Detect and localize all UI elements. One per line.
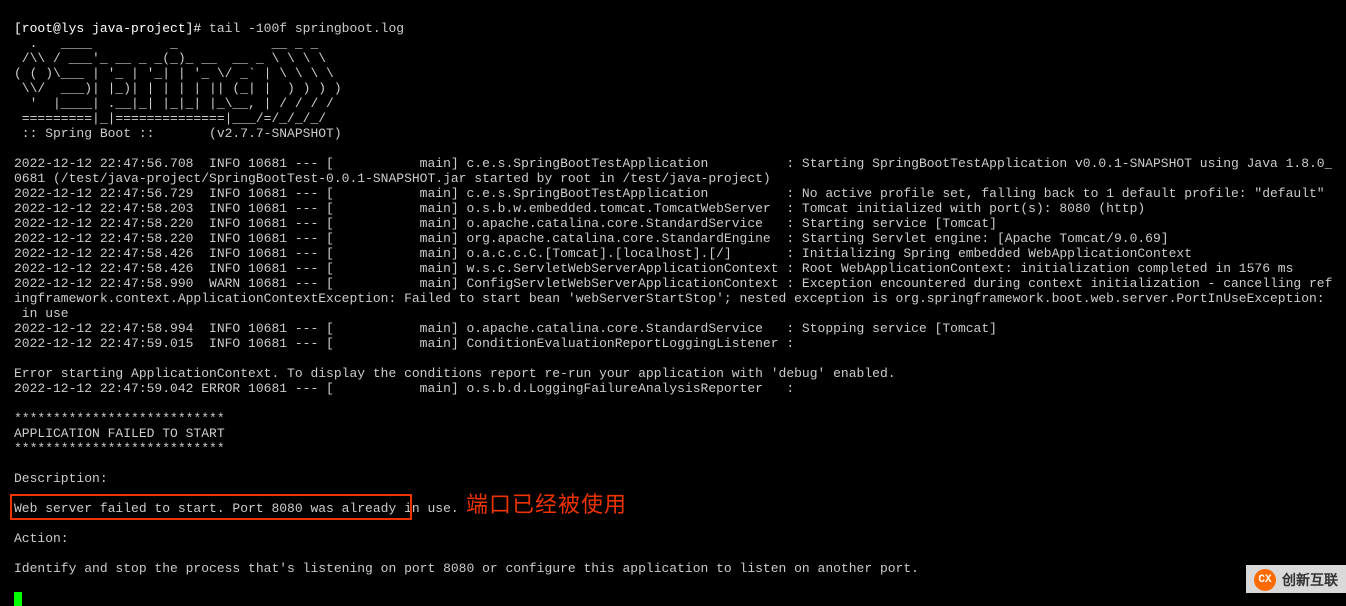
log-line-10: in use (14, 306, 69, 321)
shell-command: tail -100f springboot.log (209, 21, 404, 36)
log-line-14: Error starting ApplicationContext. To di… (14, 366, 896, 381)
log-line-12: 2022-12-12 22:47:59.015 INFO 10681 --- [… (14, 336, 794, 351)
log-line-17: *************************** (14, 411, 225, 426)
log-line-8: 2022-12-12 22:47:58.990 WARN 10681 --- [… (14, 276, 1332, 291)
log-line-11: 2022-12-12 22:47:58.994 INFO 10681 --- [… (14, 321, 997, 336)
log-line-18: APPLICATION FAILED TO START (14, 426, 225, 441)
log-line-19: *************************** (14, 441, 225, 456)
log-line-7: 2022-12-12 22:47:58.426 INFO 10681 --- [… (14, 261, 1293, 276)
log-line-2: 2022-12-12 22:47:56.729 INFO 10681 --- [… (14, 186, 1325, 201)
log-line-25: Action: (14, 531, 69, 546)
shell-prompt: [root@lys java-project]# (14, 21, 209, 36)
log-line-1: 0681 (/test/java-project/SpringBootTest-… (14, 171, 771, 186)
log-line-5: 2022-12-12 22:47:58.220 INFO 10681 --- [… (14, 231, 1169, 246)
log-line-0: 2022-12-12 22:47:56.708 INFO 10681 --- [… (14, 156, 1332, 171)
highlight-box (10, 494, 412, 520)
log-line-4: 2022-12-12 22:47:58.220 INFO 10681 --- [… (14, 216, 997, 231)
watermark-logo-icon: CX (1254, 569, 1276, 591)
terminal-cursor (14, 592, 22, 606)
watermark-label: 创新互联 (1282, 573, 1338, 588)
watermark: CX 创新互联 (1246, 565, 1346, 593)
log-line-21: Description: (14, 471, 108, 486)
log-line-6: 2022-12-12 22:47:58.426 INFO 10681 --- [… (14, 246, 1192, 261)
log-line-9: ingframework.context.ApplicationContextE… (14, 291, 1332, 306)
log-line-3: 2022-12-12 22:47:58.203 INFO 10681 --- [… (14, 201, 1145, 216)
log-line-15: 2022-12-12 22:47:59.042 ERROR 10681 --- … (14, 381, 794, 396)
annotation-text: 端口已经被使用 (466, 497, 627, 512)
log-line-27: Identify and stop the process that's lis… (14, 561, 919, 576)
spring-boot-banner: . ____ _ __ _ _ /\\ / ___'_ __ _ _(_)_ _… (14, 36, 342, 141)
